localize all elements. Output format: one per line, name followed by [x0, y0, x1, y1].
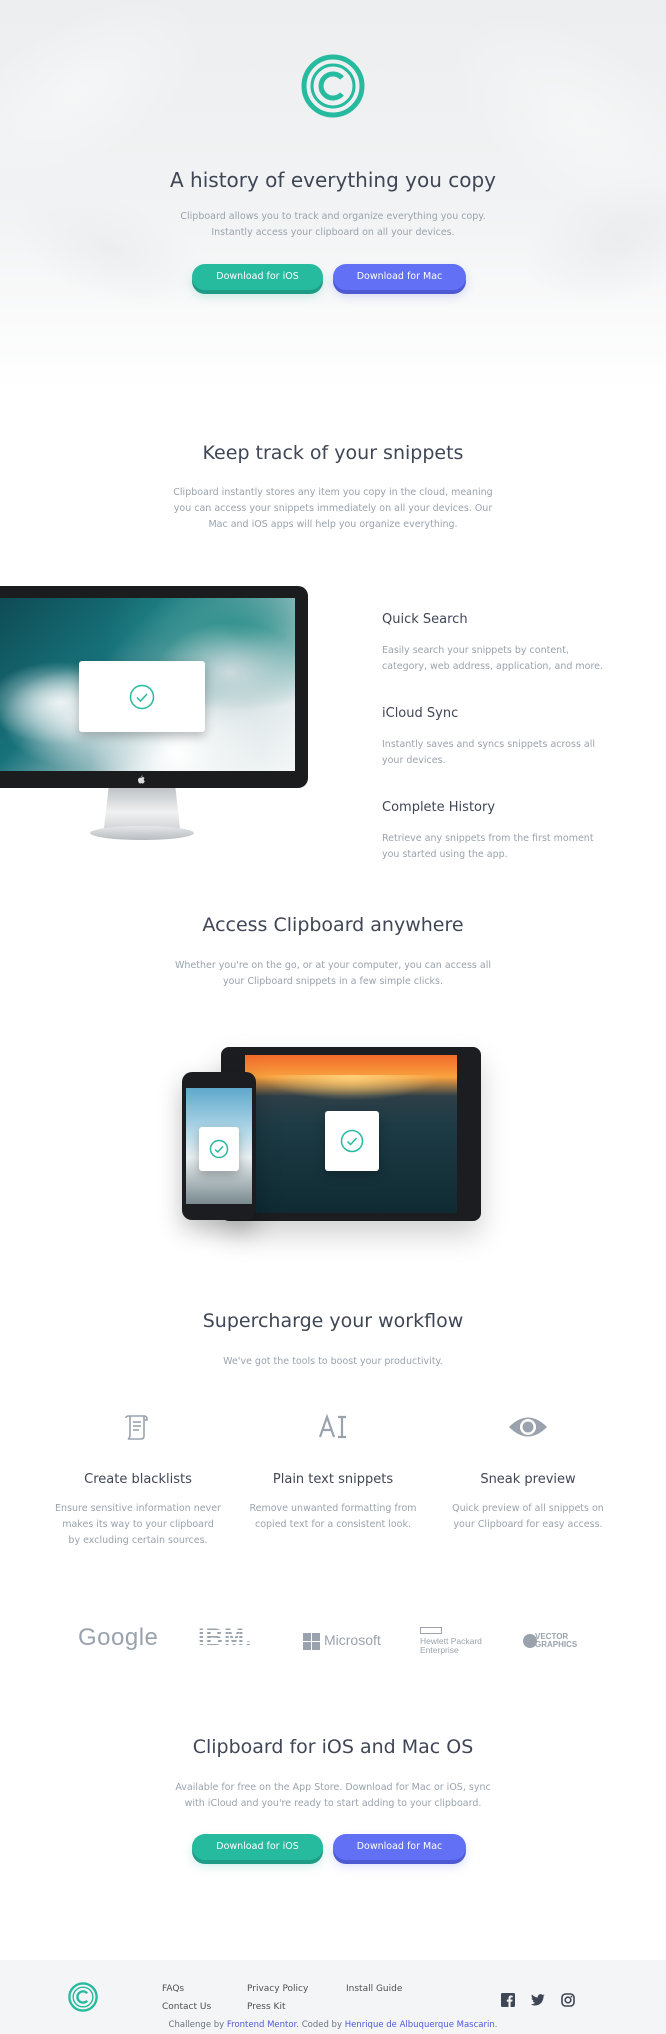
feature-title: Quick Search: [382, 612, 468, 627]
workflow-item-text: Remove unwanted formatting from copied t…: [249, 1503, 417, 1530]
footer-link-faqs[interactable]: FAQs: [162, 1984, 184, 1994]
feature-text: Easily search your snippets by content, …: [382, 645, 604, 672]
workflow-item-plain-text: Plain text snippets Remove unwanted form…: [233, 1472, 433, 1533]
workflow-subtitle: We've got the tools to boost your produc…: [223, 1356, 443, 1367]
check-card: [325, 1111, 379, 1171]
cta-text: Available for free on the App Store. Dow…: [175, 1782, 491, 1809]
monitor-stand: [104, 788, 180, 828]
check-icon: [209, 1139, 229, 1159]
footer-link-install-guide[interactable]: Install Guide: [346, 1984, 402, 1994]
access-title: Access Clipboard anywhere: [202, 914, 464, 936]
feature-text: Retrieve any snippets from the first mom…: [382, 833, 594, 860]
check-card: [79, 661, 205, 732]
check-card: [199, 1127, 239, 1171]
monitor-screen: [0, 598, 295, 771]
footer-logo: [68, 1982, 98, 2012]
cta-title: Clipboard for iOS and Mac OS: [192, 1736, 474, 1758]
workflow-item-text: Ensure sensitive information never makes…: [55, 1503, 221, 1546]
document-list-icon: [125, 1415, 148, 1440]
ibm-logo: IBM.: [198, 1624, 253, 1651]
hpe-rectangle-icon: [420, 1627, 442, 1634]
google-logo: Google: [78, 1624, 159, 1651]
hpe-logo: Hewlett Packard Enterprise: [420, 1627, 510, 1655]
hero-download-mac-button[interactable]: Download for Mac: [333, 264, 466, 290]
phone-image: [182, 1072, 256, 1220]
workflow-item-text: Quick preview of all snippets on your Cl…: [452, 1503, 604, 1530]
tablet-image: [221, 1047, 481, 1221]
workflow-item-title: Plain text snippets: [272, 1472, 394, 1487]
footer-link-contact-us[interactable]: Contact Us: [162, 2002, 211, 2012]
footer: FAQs Privacy Policy Install Guide Contac…: [0, 1960, 666, 2034]
snippets-text: Clipboard instantly stores any item you …: [173, 487, 493, 530]
feature-title: iCloud Sync: [382, 706, 459, 721]
hero-download-ios-button[interactable]: Download for iOS: [192, 264, 323, 290]
feature-quick-search: Quick Search Easily search your snippets…: [382, 612, 612, 675]
clipboard-logo: [301, 54, 365, 118]
apple-logo-icon: [137, 775, 145, 784]
microsoft-squares-icon: [303, 1633, 320, 1650]
access-text: Whether you're on the go, or at your com…: [175, 960, 491, 987]
footer-credit: Challenge by Frontend Mentor. Coded by H…: [168, 2020, 498, 2030]
feature-complete-history: Complete History Retrieve any snippets f…: [382, 800, 612, 863]
feature-icloud-sync: iCloud Sync Instantly saves and syncs sn…: [382, 706, 612, 769]
hero-title: A history of everything you copy: [170, 168, 496, 192]
hero-subtitle: Clipboard allows you to track and organi…: [180, 211, 486, 238]
feature-title: Complete History: [382, 800, 496, 815]
workflow-title: Supercharge your workflow: [202, 1310, 464, 1332]
monitor-base: [90, 826, 194, 840]
twitter-icon[interactable]: [531, 1993, 545, 2007]
footer-link-press-kit[interactable]: Press Kit: [247, 2002, 285, 2012]
facebook-icon[interactable]: [501, 1993, 515, 2007]
cta-download-ios-button[interactable]: Download for iOS: [192, 1834, 323, 1860]
workflow-item-sneak-preview: Sneak preview Quick preview of all snipp…: [428, 1472, 628, 1533]
tablet-screen: [245, 1055, 457, 1213]
instagram-icon[interactable]: [561, 1993, 575, 2007]
monitor-image: [0, 586, 308, 788]
eye-icon: [509, 1417, 547, 1437]
author-link[interactable]: Henrique de Albuquerque Mascarin: [345, 2020, 495, 2030]
feature-text: Instantly saves and syncs snippets acros…: [382, 739, 596, 766]
workflow-item-title: Create blacklists: [84, 1472, 192, 1487]
check-icon: [129, 684, 155, 710]
workflow-item-title: Sneak preview: [480, 1472, 576, 1487]
check-icon: [340, 1129, 364, 1153]
frontend-mentor-link[interactable]: Frontend Mentor: [227, 2020, 296, 2030]
text-cursor-icon: [318, 1414, 346, 1439]
snippets-title: Keep track of your snippets: [202, 442, 464, 464]
phone-screen: [186, 1088, 252, 1204]
cta-download-mac-button[interactable]: Download for Mac: [333, 1834, 466, 1860]
workflow-item-blacklists: Create blacklists Ensure sensitive infor…: [38, 1472, 238, 1549]
footer-link-privacy-policy[interactable]: Privacy Policy: [247, 1984, 308, 1994]
